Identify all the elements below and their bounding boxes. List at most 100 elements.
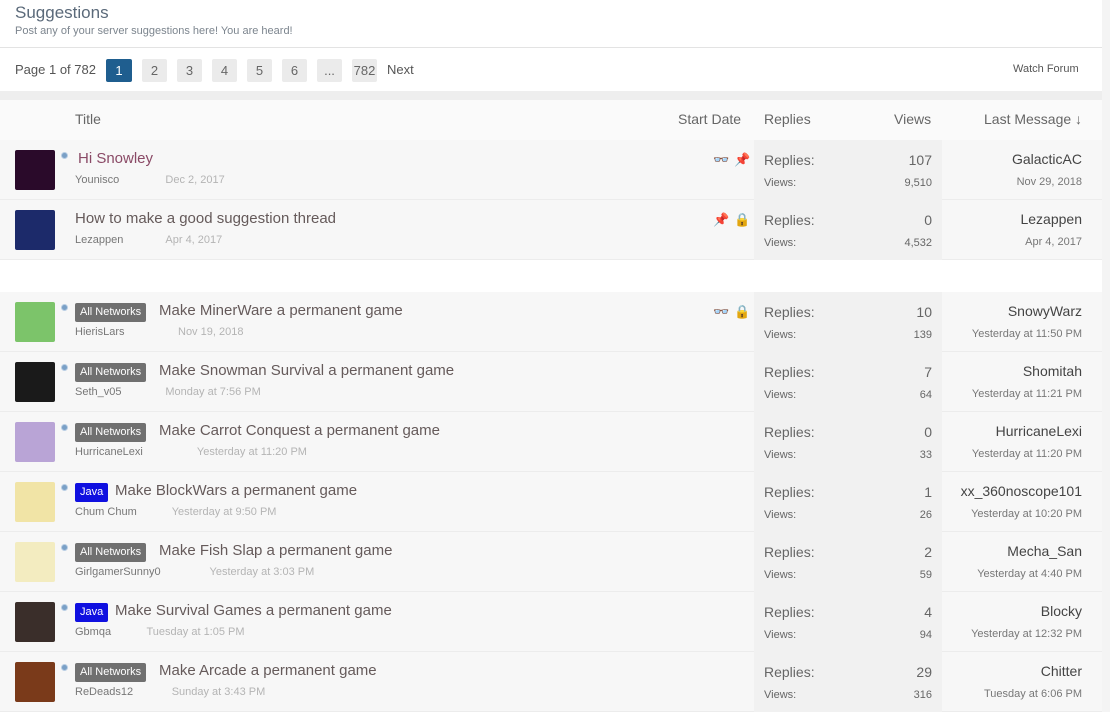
avatar[interactable]: [15, 602, 55, 642]
column-last-message[interactable]: Last Message ↓: [984, 111, 1082, 127]
avatar[interactable]: [15, 482, 55, 522]
last-poster-link[interactable]: Chitter: [1041, 663, 1082, 679]
last-post-date-link[interactable]: Apr 4, 2017: [1025, 236, 1082, 248]
last-post-date-link[interactable]: Yesterday at 11:50 PM: [972, 328, 1082, 340]
sticky-separator: [0, 260, 1102, 292]
thread-author-link[interactable]: HurricaneLexi: [75, 446, 143, 458]
last-post-date-link[interactable]: Tuesday at 6:06 PM: [984, 688, 1082, 700]
thread-title-link[interactable]: Make Carrot Conquest a permanent game: [159, 422, 440, 439]
thread-author-link[interactable]: Younisco: [75, 174, 119, 186]
thread-stats-cell: [754, 592, 942, 652]
page-button-5[interactable]: 5: [247, 59, 272, 82]
views-label: Views:: [764, 177, 797, 189]
views-label: Views:: [764, 689, 797, 701]
thread-title-link[interactable]: Make Arcade a permanent game: [159, 662, 377, 679]
page-button-2[interactable]: 2: [142, 59, 167, 82]
avatar[interactable]: [15, 362, 55, 402]
thread-prefix[interactable]: All Networks: [75, 423, 147, 442]
thread-prefix[interactable]: Java: [75, 603, 109, 622]
views-label: Views:: [764, 237, 797, 249]
avatar[interactable]: [15, 662, 55, 702]
avatar[interactable]: [15, 210, 55, 250]
thread-prefix[interactable]: All Networks: [75, 363, 147, 382]
last-post-date-link[interactable]: Yesterday at 11:20 PM: [972, 448, 1082, 460]
views-count: 4,532: [904, 237, 932, 249]
thread-title-link[interactable]: Hi Snowley: [78, 150, 153, 167]
views-label: Views:: [764, 509, 797, 521]
thread-author-link[interactable]: Chum Chum: [75, 506, 137, 518]
page-button-last[interactable]: 782: [352, 59, 377, 82]
thread-row[interactable]: All Networks Make MinerWare a permanent g…: [0, 292, 1102, 352]
avatar[interactable]: [15, 302, 55, 342]
thread-row[interactable]: How to make a good suggestion thread Leza…: [0, 200, 1102, 260]
replies-label: Replies:: [764, 604, 815, 620]
thread-prefix[interactable]: All Networks: [75, 663, 147, 682]
thread-prefix[interactable]: All Networks: [75, 303, 147, 322]
next-page-link[interactable]: Next: [387, 62, 414, 77]
last-post-date-link[interactable]: Yesterday at 12:32 PM: [971, 628, 1082, 640]
last-poster-link[interactable]: GalacticAC: [1012, 151, 1082, 167]
column-views[interactable]: Views: [894, 111, 931, 127]
page-skip-button[interactable]: ...: [317, 59, 342, 82]
last-poster-link[interactable]: xx_360noscope101: [961, 483, 1082, 499]
thread-stats-cell: [754, 532, 942, 592]
thread-row[interactable]: Java Make Survival Games a permanent game…: [0, 592, 1102, 652]
thread-title-link[interactable]: Make BlockWars a permanent game: [115, 482, 357, 499]
views-count: 64: [919, 389, 932, 401]
thread-title-link[interactable]: Make MinerWare a permanent game: [159, 302, 403, 319]
thread-author-link[interactable]: ReDeads12: [75, 686, 133, 698]
last-poster-link[interactable]: Shomitah: [1023, 363, 1082, 379]
column-start-date[interactable]: Start Date: [678, 111, 741, 127]
replies-label: Replies:: [764, 212, 815, 228]
views-count: 316: [913, 689, 932, 701]
thread-title-link[interactable]: Make Fish Slap a permanent game: [159, 542, 392, 559]
thread-row[interactable]: Hi Snowley Younisco Dec 2, 2017 👓 📌 Replies: 1…: [0, 140, 1102, 200]
last-poster-link[interactable]: Blocky: [1041, 603, 1082, 619]
thread-author-link[interactable]: HierisLars: [75, 326, 125, 338]
last-poster-link[interactable]: HurricaneLexi: [996, 423, 1082, 439]
watch-forum-link[interactable]: Watch Forum: [1013, 63, 1079, 75]
page-title: Suggestions: [15, 3, 109, 22]
avatar[interactable]: [15, 422, 55, 462]
replies-count: 10: [916, 304, 932, 320]
last-poster-link[interactable]: Lezappen: [1020, 211, 1082, 227]
thread-author-link[interactable]: GirlgamerSunny0: [75, 566, 161, 578]
last-poster-link[interactable]: SnowyWarz: [1008, 303, 1082, 319]
thread-row[interactable]: All Networks Make Snowman Survival a perm…: [0, 352, 1102, 412]
last-poster-link[interactable]: Mecha_San: [1007, 543, 1082, 559]
page-button-6[interactable]: 6: [282, 59, 307, 82]
thread-stats-cell: [754, 200, 942, 260]
views-label: Views:: [764, 569, 797, 581]
thread-author-link[interactable]: Gbmqa: [75, 626, 111, 638]
views-label: Views:: [764, 449, 797, 461]
last-post-date-link[interactable]: Yesterday at 10:20 PM: [971, 508, 1082, 520]
thread-row[interactable]: All Networks Make Fish Slap a permanent g…: [0, 532, 1102, 592]
thread-prefix[interactable]: All Networks: [75, 543, 147, 562]
thread-author-link[interactable]: Lezappen: [75, 234, 123, 246]
replies-count: 0: [924, 424, 932, 440]
avatar[interactable]: [15, 542, 55, 582]
thread-title-link[interactable]: How to make a good suggestion thread: [75, 210, 336, 227]
column-title[interactable]: Title: [75, 111, 101, 127]
thread-author-link[interactable]: Seth_v05: [75, 386, 121, 398]
page-button-1[interactable]: 1: [106, 59, 132, 82]
thread-row[interactable]: All Networks Make Carrot Conquest a perma…: [0, 412, 1102, 472]
column-replies[interactable]: Replies: [764, 111, 811, 127]
replies-label: Replies:: [764, 364, 815, 380]
thread-title-link[interactable]: Make Survival Games a permanent game: [115, 602, 392, 619]
thread-start-date: Yesterday at 9:50 PM: [171, 506, 277, 518]
page-button-4[interactable]: 4: [212, 59, 237, 82]
thread-status-icons: 👓 📌: [708, 152, 750, 168]
thread-title-link[interactable]: Make Snowman Survival a permanent game: [159, 362, 454, 379]
thread-row[interactable]: Java Make BlockWars a permanent game Chum …: [0, 472, 1102, 532]
avatar[interactable]: [15, 150, 55, 190]
unread-indicator-icon: [61, 484, 68, 491]
last-post-date-link[interactable]: Nov 29, 2018: [1017, 176, 1082, 188]
page-button-3[interactable]: 3: [177, 59, 202, 82]
last-post-date-link[interactable]: Yesterday at 11:21 PM: [972, 388, 1082, 400]
thread-prefix[interactable]: Java: [75, 483, 109, 502]
thread-row[interactable]: All Networks Make Arcade a permanent game…: [0, 652, 1102, 712]
scrollbar-track[interactable]: [1102, 0, 1110, 712]
last-post-date-link[interactable]: Yesterday at 4:40 PM: [977, 568, 1082, 580]
replies-count: 0: [924, 212, 932, 228]
